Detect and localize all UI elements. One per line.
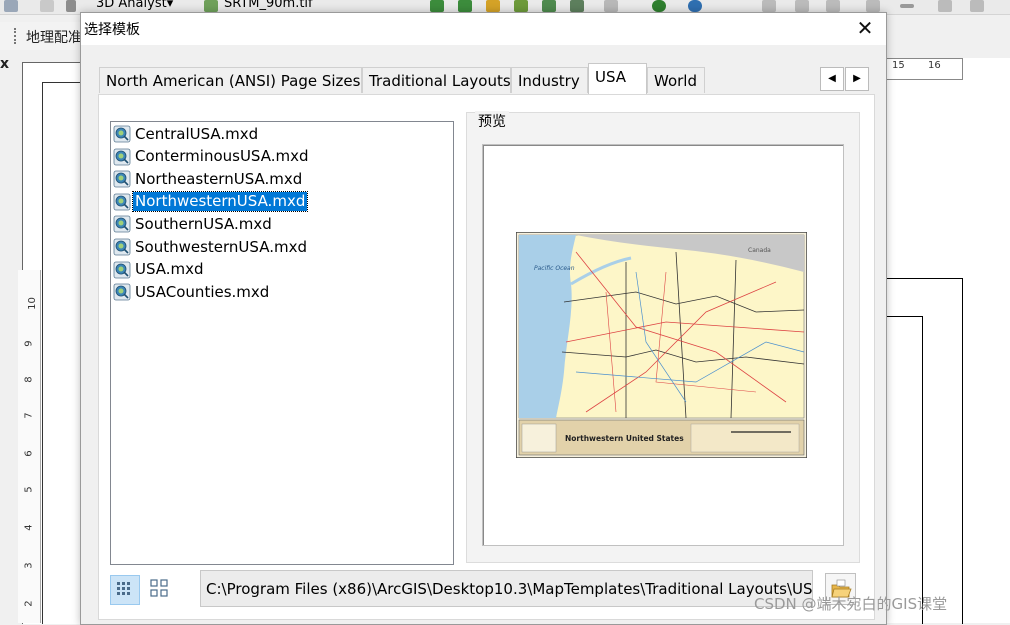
- template-file-list[interactable]: CentralUSA.mxd ConterminousUSA.mxd Northea…: [110, 121, 454, 565]
- preview-label: 预览: [475, 111, 509, 131]
- map-scalebar: [690, 423, 800, 453]
- template-preview-map: Pacific Ocean Canada Northwestern United…: [516, 232, 807, 458]
- list-item[interactable]: CentralUSA.mxd: [113, 124, 260, 144]
- preview-frame: Pacific Ocean Canada Northwestern United…: [482, 144, 844, 546]
- dialog-title: 选择模板: [84, 22, 140, 38]
- arcmap-document-icon: [113, 170, 131, 188]
- tab-traditional-layouts[interactable]: Traditional Layouts: [362, 67, 511, 93]
- georeferencing-toolbar: 地理配准: [0, 22, 82, 50]
- ocean-label: Pacific Ocean: [534, 265, 575, 272]
- edit-tool-icon[interactable]: [795, 0, 809, 12]
- thumbnail-view-button[interactable]: [146, 575, 176, 605]
- horizontal-ruler: 15 16: [886, 58, 963, 80]
- arcmap-document-icon: [113, 261, 131, 278]
- layout-page-margin: [42, 82, 81, 624]
- line-tool-icon[interactable]: [900, 4, 914, 8]
- list-item[interactable]: SouthwesternUSA.mxd: [113, 237, 309, 257]
- triangle-right-icon: ▶: [853, 73, 861, 84]
- file-name: NortheasternUSA.mxd: [135, 169, 303, 188]
- arcmap-document-icon: [113, 193, 131, 211]
- tool-icon[interactable]: [486, 0, 500, 12]
- toolbar-grip[interactable]: [14, 28, 18, 44]
- edit-tool-icon[interactable]: [762, 0, 776, 12]
- globe-icon[interactable]: [652, 0, 666, 12]
- arcmap-document-icon: [113, 215, 131, 233]
- tab-scroll-right-button[interactable]: ▶: [845, 67, 869, 91]
- tab-north-american-ansi-page-sizes[interactable]: North American (ANSI) Page Sizes: [99, 67, 362, 93]
- tab-scroll-left-button[interactable]: ◀: [820, 67, 844, 91]
- file-name: NorthwesternUSA.mxd: [131, 191, 309, 213]
- tab-panel-usa: CentralUSA.mxd ConterminousUSA.mxd Northea…: [98, 94, 875, 620]
- tool-icon[interactable]: [604, 0, 618, 12]
- list-item[interactable]: SouthernUSA.mxd: [113, 214, 274, 234]
- tab-world[interactable]: World: [647, 67, 705, 93]
- georeferencing-menu[interactable]: 地理配准: [26, 27, 82, 47]
- layout-page-margin: [886, 316, 923, 624]
- list-item[interactable]: NortheasternUSA.mxd: [113, 169, 304, 189]
- preview-group: 预览 Pacific Ocean Canada Northwestern Uni…: [466, 111, 860, 563]
- list-view-button[interactable]: [110, 575, 140, 605]
- map-legend: [521, 423, 557, 453]
- edit-tool-icon[interactable]: [938, 0, 952, 12]
- dialog-titlebar: 选择模板 ✕: [81, 13, 886, 45]
- list-view-icon: [117, 582, 130, 595]
- tab-industry[interactable]: Industry: [511, 67, 588, 93]
- tool-icon[interactable]: [570, 0, 584, 12]
- map-title: Northwestern United States: [565, 434, 684, 443]
- toc-icon[interactable]: [40, 0, 54, 12]
- edit-tool-icon[interactable]: [866, 0, 880, 12]
- tool-icon[interactable]: [542, 0, 556, 12]
- dropdown-arrow-icon[interactable]: [66, 0, 76, 12]
- file-name: SouthernUSA.mxd: [135, 214, 272, 233]
- close-icon[interactable]: x: [0, 56, 10, 76]
- globe-icon[interactable]: [688, 0, 702, 12]
- file-name: USACounties.mxd: [135, 282, 270, 301]
- close-icon[interactable]: ✕: [852, 17, 878, 41]
- layer-selector[interactable]: SRTM_90m.tif: [224, 0, 313, 11]
- arcmap-document-icon: [113, 148, 131, 165]
- file-name: CentralUSA.mxd: [135, 124, 259, 143]
- list-item[interactable]: ConterminousUSA.mxd: [113, 147, 311, 167]
- file-name: ConterminousUSA.mxd: [135, 147, 309, 166]
- tab-usa[interactable]: USA: [588, 63, 647, 94]
- watermark: CSDN @端木宛白的GIS课堂: [754, 595, 948, 613]
- vertical-ruler: 10 9 8 7 6 5 4 3 2: [18, 270, 41, 623]
- list-item[interactable]: USACounties.mxd: [113, 282, 271, 302]
- tool-icon[interactable]: [430, 0, 444, 12]
- 3d-analyst-menu[interactable]: 3D Analyst▾: [96, 0, 173, 11]
- thumbnail-view-icon: [150, 579, 168, 597]
- arcmap-document-icon: [113, 283, 131, 301]
- layout-icon[interactable]: [4, 0, 18, 12]
- edit-tool-icon[interactable]: [970, 0, 984, 12]
- template-path-field[interactable]: C:\Program Files (x86)\ArcGIS\Desktop10.…: [200, 570, 813, 607]
- list-item[interactable]: USA.mxd: [113, 260, 206, 280]
- triangle-left-icon: ◀: [828, 73, 836, 84]
- file-name: SouthwesternUSA.mxd: [135, 237, 307, 256]
- raster-layer-icon: [204, 0, 218, 12]
- file-name: USA.mxd: [135, 260, 204, 279]
- tool-icon[interactable]: [458, 0, 472, 12]
- arcmap-document-icon: [113, 125, 131, 143]
- list-item[interactable]: NorthwesternUSA.mxd: [113, 191, 309, 213]
- choose-template-dialog: 选择模板 ✕ CentralUSA.mxd ConterminousUSA.mxd…: [80, 12, 887, 625]
- arcmap-document-icon: [113, 238, 131, 256]
- view-toggle: [110, 572, 178, 608]
- edit-tool-icon[interactable]: [826, 0, 840, 12]
- tool-icon[interactable]: [514, 0, 528, 12]
- country-label: Canada: [748, 247, 771, 254]
